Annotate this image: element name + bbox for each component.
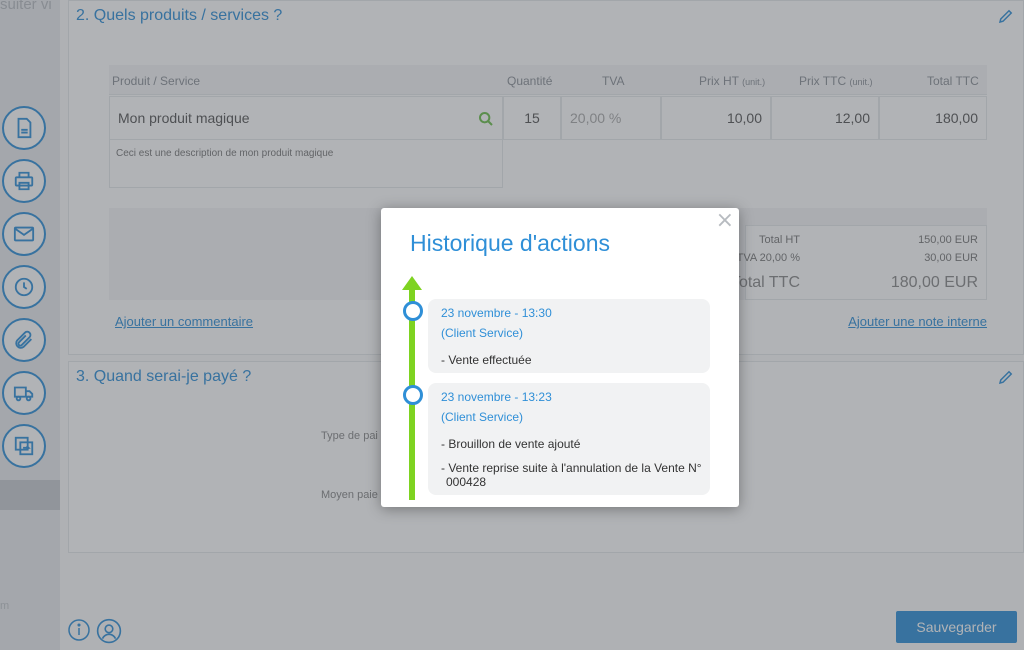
history-event: 23 novembre - 13:23 (Client Service) - B… (428, 383, 710, 495)
event-author: (Client Service) (441, 410, 524, 424)
event-author: (Client Service) (441, 326, 524, 340)
event-detail: 000428 (446, 475, 487, 489)
timeline-node (403, 301, 423, 321)
event-date: 23 novembre - 13:30 (441, 306, 552, 320)
event-detail: - Vente reprise suite à l'annulation de … (441, 461, 702, 475)
event-detail: - Vente effectuée (441, 353, 532, 367)
event-date: 23 novembre - 13:23 (441, 390, 552, 404)
close-icon[interactable]: × (716, 210, 734, 232)
history-modal: × Historique d'actions 23 novembre - 13:… (381, 208, 739, 507)
event-detail: - Brouillon de vente ajouté (441, 437, 581, 451)
timeline-node (403, 385, 423, 405)
history-event: 23 novembre - 13:30 (Client Service) - V… (428, 299, 710, 373)
modal-title: Historique d'actions (410, 230, 610, 256)
